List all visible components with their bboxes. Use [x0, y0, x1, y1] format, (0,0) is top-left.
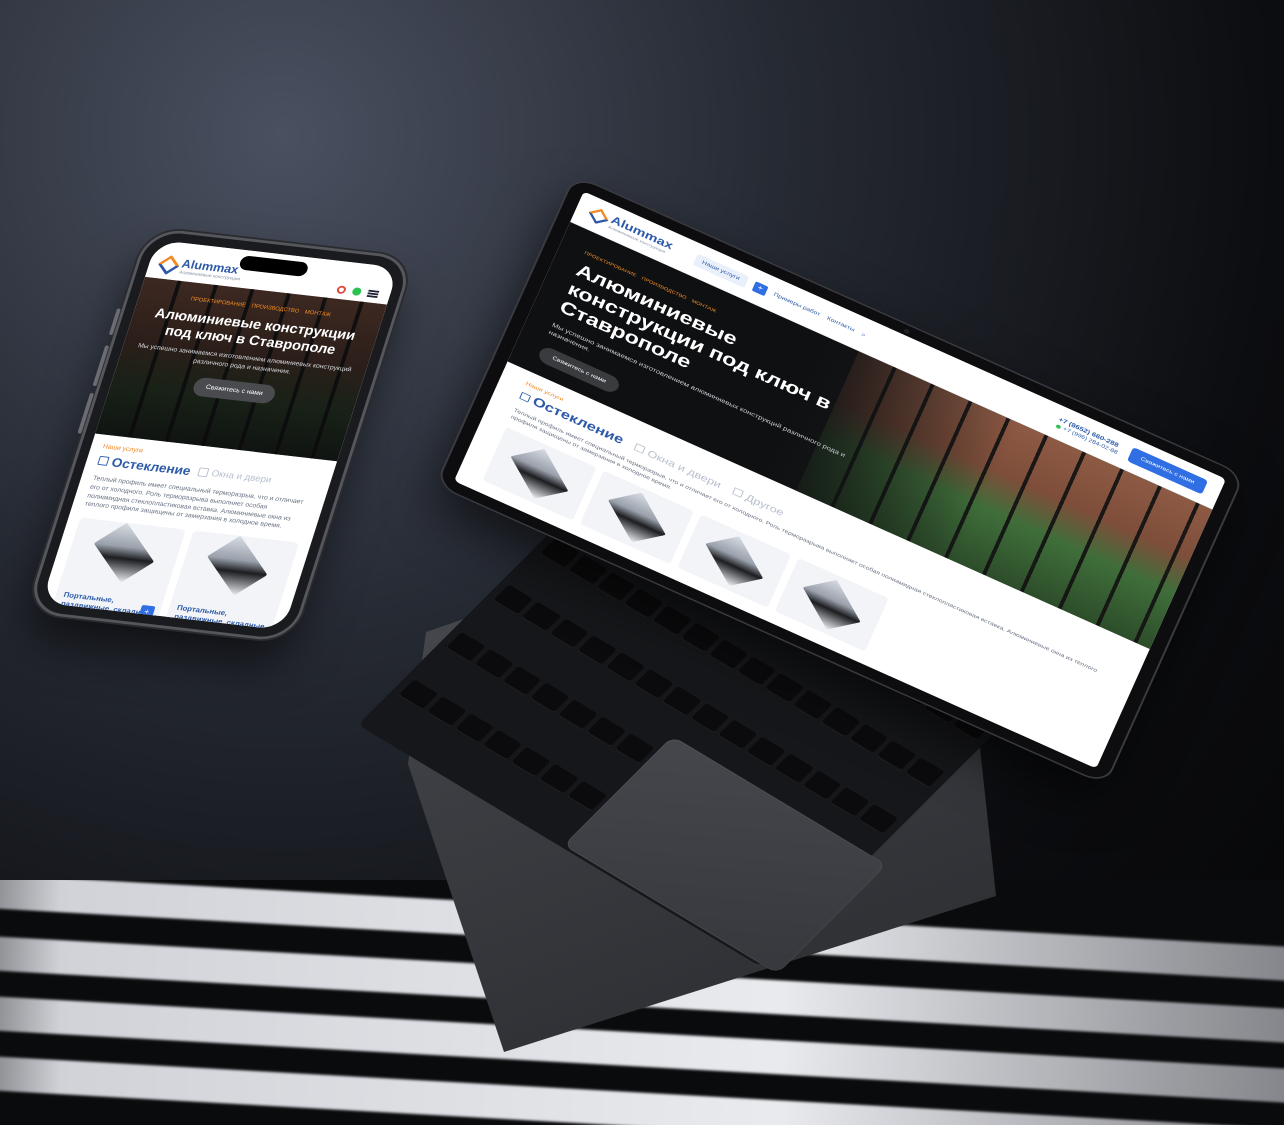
other-icon	[732, 487, 745, 498]
service-card[interactable]: Портальные, раздвижные, складные	[163, 530, 300, 631]
service-card-image	[802, 579, 861, 630]
mobile-services: Наши услуги Остекление Окна и двери Тепл…	[41, 434, 337, 631]
service-card-title: Портальные, раздвижные, складные	[173, 603, 266, 631]
hero-tag: ПРОИЗВОДСТВО	[250, 303, 300, 315]
logo-mark-icon	[157, 254, 180, 275]
keyboard-key	[708, 638, 749, 670]
hero-contact-button[interactable]: Свяжитесь с нами	[191, 376, 278, 405]
phone-side-button	[92, 345, 110, 387]
service-card-image	[510, 448, 569, 499]
plus-icon[interactable]: +	[138, 605, 156, 619]
phone-screen: Alummax Алюминиевые конструкции ПРОЕКТИР…	[41, 239, 399, 631]
phone-side-button	[108, 308, 121, 336]
mobile-hero: ПРОЕКТИРОВАНИЕ ПРОИЗВОДСТВО МОНТАЖ Алюми…	[95, 276, 387, 462]
glazing-icon	[97, 455, 110, 466]
tab-windows-doors[interactable]: Окна и двери	[196, 467, 273, 485]
service-card-image	[93, 522, 155, 583]
keyboard-key	[857, 804, 898, 835]
phone-icon[interactable]	[335, 285, 347, 295]
services-plus-button[interactable]: +	[751, 280, 769, 296]
whatsapp-icon	[1055, 423, 1062, 429]
glazing-icon	[519, 391, 532, 403]
search-icon[interactable]: ⌕	[860, 330, 867, 338]
whatsapp-icon[interactable]	[351, 287, 363, 296]
logo-mark-icon	[588, 208, 609, 224]
service-cards: Портальные, раздвижные, складные + Порта…	[50, 517, 300, 631]
phone-side-button	[77, 392, 95, 434]
mobile-logo[interactable]: Alummax Алюминиевые конструкции	[157, 254, 245, 282]
nav-link-portfolio[interactable]: Примеры работ	[773, 292, 821, 317]
tab-label: Окна и двери	[210, 468, 273, 485]
phone-device: Alummax Алюминиевые конструкции ПРОЕКТИР…	[29, 230, 412, 641]
keyboard-key	[905, 757, 946, 788]
keyboard-key	[661, 686, 702, 717]
laptop-camera	[903, 328, 911, 335]
hero-tag: МОНТАЖ	[303, 309, 332, 319]
service-card-image	[705, 535, 764, 586]
nav-link-contacts[interactable]: Контакты	[826, 316, 855, 333]
mockup-scene: Alummax Алюминиевые конструкции Наши усл…	[0, 0, 1284, 1125]
service-card-image	[608, 492, 666, 542]
service-card[interactable]: Портальные, раздвижные, складные +	[50, 517, 186, 625]
mobile-header-icons	[335, 285, 380, 298]
service-card-image	[207, 535, 268, 596]
window-door-icon	[634, 443, 647, 454]
window-door-icon	[196, 467, 210, 478]
hero-tag: ПРОЕКТИРОВАНИЕ	[189, 296, 247, 309]
menu-icon[interactable]	[366, 289, 380, 298]
